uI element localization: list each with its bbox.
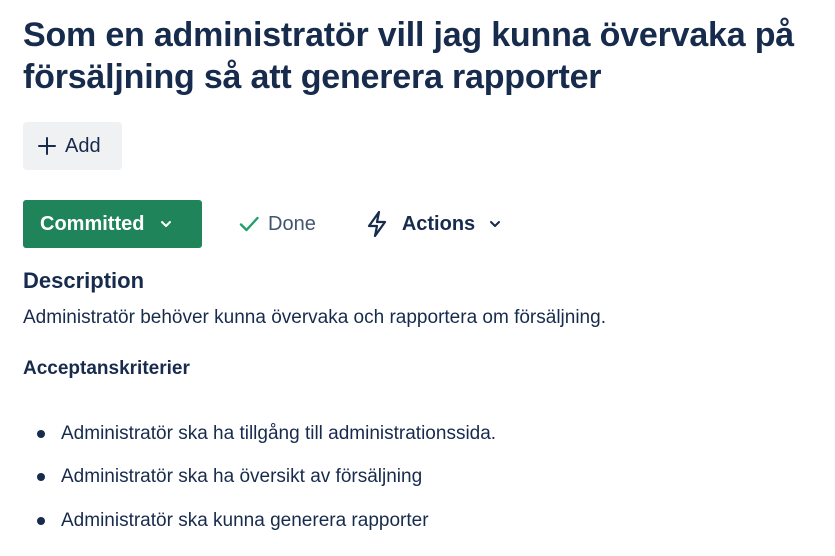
- issue-title[interactable]: Som en administratör vill jag kunna över…: [23, 14, 803, 98]
- done-button[interactable]: Done: [238, 213, 316, 236]
- plus-icon: [38, 137, 56, 155]
- list-item-text: Administratör ska ha översikt av försälj…: [61, 466, 423, 488]
- list-item: Administratör ska kunna generera rapport…: [23, 499, 496, 543]
- list-item-text: Administratör ska ha tillgång till admin…: [61, 422, 497, 444]
- add-button[interactable]: Add: [23, 122, 122, 170]
- bullet-icon: [37, 516, 45, 525]
- check-icon: [239, 216, 259, 232]
- lightning-bolt-icon: [367, 211, 386, 237]
- done-label: Done: [268, 212, 316, 235]
- acceptance-criteria-list: Administratör ska ha tillgång till admin…: [23, 412, 496, 543]
- actions-label: Actions: [401, 212, 476, 235]
- add-button-label: Add: [65, 134, 101, 157]
- status-dropdown-button[interactable]: Committed: [23, 200, 202, 248]
- description-text[interactable]: Administratör behöver kunna övervaka och…: [23, 307, 606, 329]
- list-item: Administratör ska ha översikt av försälj…: [23, 456, 496, 500]
- status-label: Committed: [40, 212, 145, 235]
- actions-button[interactable]: Actions: [366, 211, 501, 237]
- issue-view: Som en administratör vill jag kunna över…: [0, 0, 835, 556]
- list-item-text: Administratör ska kunna generera rapport…: [61, 509, 429, 531]
- acceptance-criteria-heading: Acceptanskriterier: [23, 358, 190, 379]
- chevron-down-icon: [490, 221, 501, 227]
- status-row: Committed Done Actions: [23, 200, 501, 248]
- description-heading: Description: [23, 268, 145, 293]
- bullet-icon: [37, 473, 45, 482]
- list-item: Administratör ska ha tillgång till admin…: [23, 412, 496, 456]
- chevron-down-icon: [161, 221, 172, 227]
- bullet-icon: [37, 429, 45, 438]
